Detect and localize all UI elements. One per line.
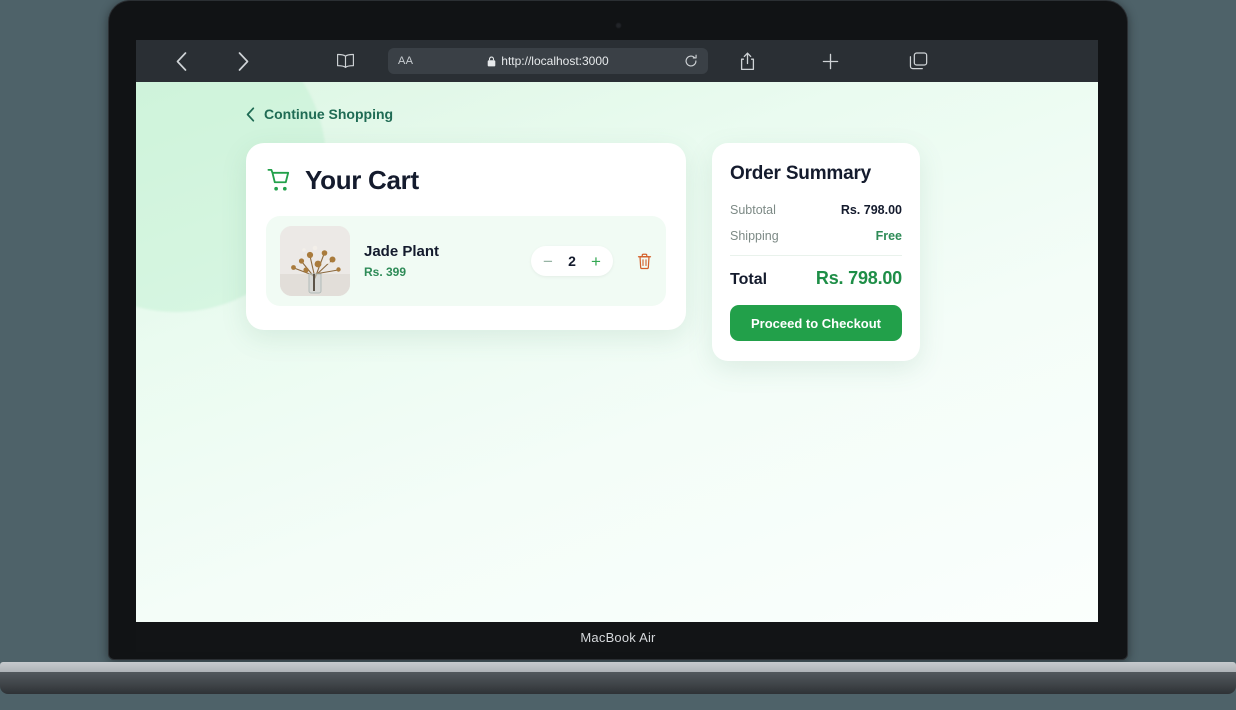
product-name: Jade Plant [364,243,440,260]
total-value: Rs. 798.00 [815,268,902,288]
continue-shopping-label: Continue Shopping [264,106,394,122]
laptop-base [0,662,1236,700]
show-tabs-button[interactable] [874,40,962,82]
cart-card: Your Cart Jade Plant Rs. 399 − 2 + [246,143,686,330]
product-thumbnail [280,226,350,296]
page-content: Continue Shopping Your Cart Jade Plant R… [136,82,1098,361]
share-icon [740,52,754,70]
reload-icon [685,54,697,67]
cart-title: Your Cart [305,165,419,195]
proceed-to-checkout-button[interactable]: Proceed to Checkout [730,305,902,341]
increase-quantity-button[interactable]: + [585,248,607,274]
lock-icon [487,56,496,66]
summary-divider [730,255,902,256]
product-image [280,226,350,296]
plus-icon [822,53,838,69]
laptop-device: AA http://localhost:3000 Continue Shoppi… [108,0,1128,660]
subtotal-label: Subtotal [730,203,776,217]
continue-shopping-link[interactable]: Continue Shopping [246,106,393,122]
reload-button[interactable] [684,54,698,68]
web-page: Continue Shopping Your Cart Jade Plant R… [136,82,1098,641]
webcam-icon [614,22,622,29]
decrease-quantity-button[interactable]: − [537,248,559,274]
share-button[interactable] [708,40,786,82]
product-info: Jade Plant Rs. 399 [364,243,517,279]
laptop-chin: MacBook Air [136,622,1100,652]
cart-item-row: Jade Plant Rs. 399 − 2 + [266,216,666,306]
quantity-stepper: − 2 + [531,246,613,276]
laptop-base-body [0,672,1236,694]
new-tab-button[interactable] [786,40,874,82]
browser-window: AA http://localhost:3000 Continue Shoppi… [136,40,1098,641]
order-summary-card: Order Summary Subtotal Rs. 798.00 Shippi… [712,143,920,361]
cart-layout: Your Cart Jade Plant Rs. 399 − 2 + Order… [246,143,1062,361]
browser-toolbar: AA http://localhost:3000 [136,40,1098,82]
quantity-value: 2 [568,253,576,269]
reader-view-button[interactable] [314,40,376,82]
cart-header: Your Cart [266,165,666,196]
chevron-left-icon [176,51,186,71]
laptop-base-top [0,662,1236,672]
summary-row-shipping: Shipping Free [730,229,902,243]
product-price: Rs. 399 [364,265,407,279]
forward-button[interactable] [212,40,274,82]
chevron-left-icon [246,106,255,122]
address-bar[interactable]: AA http://localhost:3000 [388,48,708,74]
device-model-label: MacBook Air [580,629,656,645]
summary-row-subtotal: Subtotal Rs. 798.00 [730,203,902,217]
order-summary-title: Order Summary [730,163,872,184]
shopping-cart-icon [267,168,290,191]
remove-item-button[interactable] [637,253,652,270]
summary-row-total: Total Rs. 798.00 [730,268,902,289]
tabs-icon [909,52,927,70]
trash-icon [637,253,652,269]
text-size-button[interactable]: AA [398,55,413,67]
url-text: http://localhost:3000 [501,54,609,68]
shipping-value: Free [875,229,902,243]
chevron-right-icon [238,51,248,71]
shipping-label: Shipping [730,229,779,243]
screen-bezel-top [108,0,1128,42]
subtotal-value: Rs. 798.00 [840,203,902,217]
book-icon [336,53,354,68]
back-button[interactable] [150,40,212,82]
total-label: Total [730,271,768,288]
url-display: http://localhost:3000 [388,54,708,68]
